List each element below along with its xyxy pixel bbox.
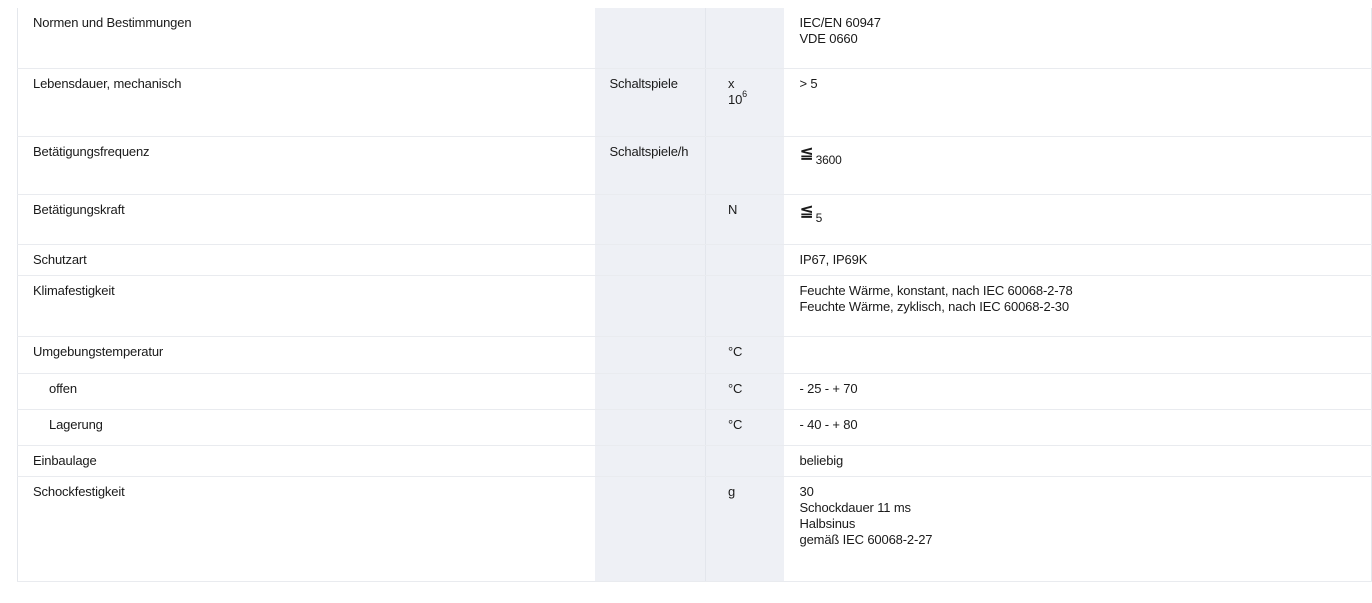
row-label: Schutzart [17,244,595,276]
row-value: ≦ 3600 [783,136,1372,195]
table-row: Klimafestigkeit Feuchte Wärme, konstant,… [17,275,1372,337]
row-unit [594,8,706,69]
table-row: Einbaulage beliebig [17,445,1372,477]
value-line: beliebig [799,452,844,468]
row-unit2: °C [705,336,784,374]
table-row: Betätigungskraft N ≦ 5 [17,194,1372,245]
table-row: Schockfestigkeit g 30 Schockdauer 11 ms … [17,476,1372,582]
row-label: Umgebungstemperatur [17,336,595,374]
row-unit: Schaltspiele [594,68,706,137]
row-label: Betätigungskraft [17,194,595,245]
section-heading-strip [0,0,1372,8]
row-unit2 [705,244,784,276]
table-row: Lagerung °C - 40 - + 80 [17,409,1372,446]
row-unit2: °C [705,409,784,446]
row-value: IP67, IP69K [783,244,1372,276]
table-row: Schutzart IP67, IP69K [17,244,1372,276]
less-equal-icon: ≦ [799,200,814,220]
table-row: Betätigungsfrequenz Schaltspiele/h ≦ 3600 [17,136,1372,195]
row-unit [594,244,706,276]
row-label: Lebensdauer, mechanisch [17,68,595,137]
value-line: IEC/EN 60947 [799,15,881,30]
row-label: Lagerung [17,409,595,446]
row-label: Einbaulage [17,445,595,477]
row-label: Betätigungsfrequenz [17,136,595,195]
row-value: IEC/EN 60947 VDE 0660 [783,8,1372,69]
row-unit [594,336,706,374]
row-label: Klimafestigkeit [17,275,595,337]
row-unit [594,409,706,446]
row-unit2: x 106 [705,68,784,137]
row-label: offen [17,373,595,410]
row-unit2 [705,136,784,195]
value-subscript: 5 [815,210,823,225]
unit-power: 106 [728,89,784,108]
row-unit [594,445,706,477]
unit-power-base: 10 [728,91,743,107]
row-unit: Schaltspiele/h [594,136,706,195]
value-line: - 40 - + 80 [799,416,858,432]
row-unit2 [705,8,784,69]
value-line: gemäß IEC 60068-2-27 [799,531,933,547]
table-row: Umgebungstemperatur °C [17,336,1372,374]
row-value: - 40 - + 80 [783,409,1372,446]
row-unit [594,373,706,410]
row-unit2 [705,275,784,337]
row-label: Schockfestigkeit [17,476,595,582]
value-line: - 25 - + 70 [799,380,858,396]
row-value: 30 Schockdauer 11 ms Halbsinus gemäß IEC… [783,476,1372,582]
value-line: Halbsinus [799,515,856,531]
table-row: offen °C - 25 - + 70 [17,373,1372,410]
value-line: VDE 0660 [799,31,858,46]
row-unit2: °C [705,373,784,410]
row-value: > 5 [783,68,1372,137]
row-unit [594,275,706,337]
row-value [783,336,1372,374]
value-subscript: 3600 [815,152,842,167]
value-line: Feuchte Wärme, zyklisch, nach IEC 60068-… [799,298,1070,314]
row-label: Normen und Bestimmungen [17,8,595,69]
spec-table: Normen und Bestimmungen IEC/EN 60947 VDE… [17,8,1372,582]
unit-multiplier: x [728,75,735,91]
value-line: Feuchte Wärme, konstant, nach IEC 60068-… [799,282,1073,298]
row-unit2: g [705,476,784,582]
row-unit [594,476,706,582]
row-unit [594,194,706,245]
row-unit2 [705,445,784,477]
row-value: - 25 - + 70 [783,373,1372,410]
value-line: IP67, IP69K [799,251,868,267]
row-value: ≦ 5 [783,194,1372,245]
row-value: Feuchte Wärme, konstant, nach IEC 60068-… [783,275,1372,337]
unit-power-exponent: 6 [742,89,748,100]
table-row: Lebensdauer, mechanisch Schaltspiele x 1… [17,68,1372,137]
less-equal-icon: ≦ [799,142,814,162]
value-line: 30 [799,483,814,499]
table-row: Normen und Bestimmungen IEC/EN 60947 VDE… [17,8,1372,69]
value-line: Schockdauer 11 ms [799,499,912,515]
row-value: beliebig [783,445,1372,477]
row-unit2: N [705,194,784,245]
value-line: > 5 [799,75,818,91]
